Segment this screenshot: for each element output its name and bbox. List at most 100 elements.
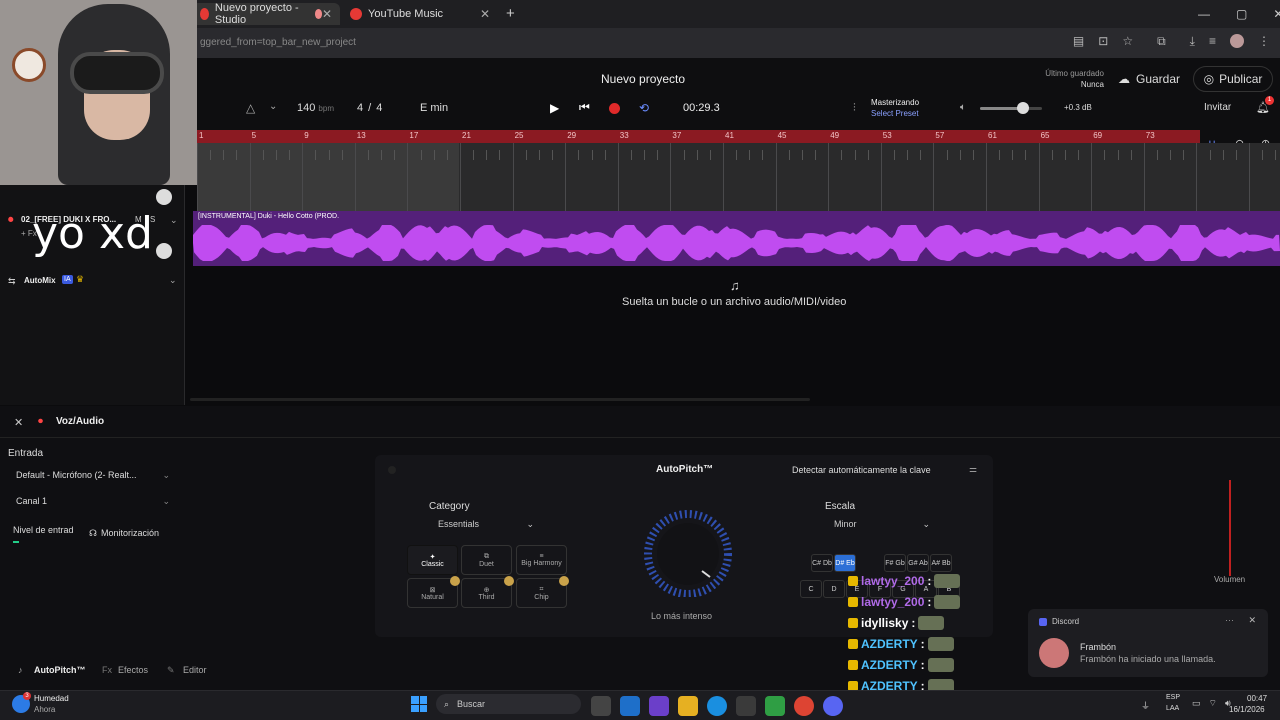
language-primary[interactable]: ESP (1166, 694, 1180, 701)
close-icon[interactable]: ✕ (480, 7, 490, 21)
url-text[interactable]: ggered_from=top_bar_new_project (200, 37, 356, 48)
translate-icon[interactable]: ▤ (1073, 34, 1084, 49)
discord-notification[interactable]: Discord ··· ✕ Frambón Frambón ha iniciad… (1028, 609, 1268, 677)
download-icon[interactable]: ⤓ (1190, 34, 1195, 49)
scale-select[interactable]: Minor ⌄ (834, 519, 930, 530)
new-tab-icon[interactable]: + (506, 5, 515, 22)
chrome-icon[interactable] (794, 696, 814, 716)
microphone-tray-icon[interactable]: ⏚ (1141, 699, 1150, 712)
network-icon[interactable]: ▭ (1192, 698, 1201, 709)
key-asharp[interactable]: A# Bb (930, 554, 952, 572)
extensions-icon[interactable]: ⧉ (1157, 34, 1166, 49)
chevron-down-icon[interactable]: ⌄ (169, 275, 177, 286)
maximize-icon[interactable]: ▢ (1236, 7, 1247, 21)
speaker-icon[interactable]: 🔈︎ (960, 102, 966, 113)
channel-select[interactable]: Canal 1 ⌄ (16, 496, 170, 507)
close-icon[interactable]: ✕ (14, 416, 23, 429)
category-classic[interactable]: ✦ Classic (407, 545, 458, 575)
wifi-icon[interactable]: ⌔ (1209, 698, 1217, 709)
music-note-icon: ♫ (730, 278, 740, 293)
key-csharp[interactable]: C# Db (811, 554, 833, 572)
volume-meter[interactable] (1229, 480, 1231, 576)
outlook-icon[interactable] (620, 696, 640, 716)
grid-line (933, 143, 935, 211)
discord-icon[interactable] (823, 696, 843, 716)
file-explorer-icon[interactable] (678, 696, 698, 716)
install-icon[interactable]: ⊡ (1098, 34, 1108, 49)
track-knob[interactable] (156, 189, 172, 205)
intensity-knob[interactable] (630, 505, 746, 597)
close-window-icon[interactable]: ✕ (1273, 7, 1280, 21)
weather-title[interactable]: Humedad (34, 694, 69, 703)
close-icon[interactable]: ✕ (322, 7, 332, 21)
grid-line (552, 150, 554, 160)
publish-button[interactable]: ◎ Publicar (1193, 66, 1273, 92)
input-device-select[interactable]: Default - Micrófono (2- Realt... ⌄ (16, 470, 170, 481)
metronome-icon[interactable]: △ (246, 101, 255, 115)
profile-avatar-icon[interactable] (1230, 34, 1244, 48)
mastering-icon[interactable]: ⫶ (853, 102, 856, 115)
save-button[interactable]: ☁ Guardar (1118, 72, 1180, 86)
clock-time[interactable]: 00:47 (1247, 694, 1267, 703)
detect-key-button[interactable]: Detectar automáticamente la clave (792, 465, 931, 475)
grid-line (1025, 150, 1027, 160)
time-signature[interactable]: 4 / 4 (357, 102, 382, 114)
menu-dots-icon[interactable]: ⋮ (1258, 34, 1270, 49)
tab-studio[interactable]: Nuevo proyecto - Studio ✕ (192, 2, 340, 26)
close-icon[interactable]: ✕ (1248, 615, 1256, 626)
project-title[interactable]: Nuevo proyecto (601, 72, 685, 86)
tempo-field[interactable]: 140 bpm (297, 102, 334, 114)
grid-line (657, 150, 659, 160)
horizontal-scrollbar[interactable] (190, 398, 810, 401)
chevron-down-icon[interactable]: ⌄ (269, 101, 277, 112)
key-d[interactable]: D (823, 580, 845, 598)
webcam-overlay (0, 0, 197, 185)
windows-start-icon[interactable] (411, 696, 427, 712)
tab-autopitch[interactable]: AutoPitch™ (34, 665, 86, 675)
grid-line (262, 150, 264, 160)
search-placeholder: Buscar (457, 699, 486, 709)
key-selector[interactable]: E min (420, 102, 448, 114)
chat-badge-icon (848, 597, 858, 607)
tab-efectos[interactable]: Efectos (118, 665, 148, 675)
grid-line (893, 150, 895, 160)
category-select[interactable]: Essentials ⌄ (438, 519, 534, 530)
tab-editor[interactable]: Editor (183, 665, 207, 675)
select-preset-link[interactable]: Select Preset (871, 109, 919, 118)
grid-line (420, 150, 422, 160)
key-fsharp[interactable]: F# Gb (884, 554, 906, 572)
power-icon[interactable] (388, 466, 396, 474)
teams-icon[interactable] (649, 696, 669, 716)
automix-label[interactable]: AutoMix (24, 276, 56, 285)
loop-icon[interactable]: ⟲ (639, 101, 649, 115)
grid-line (249, 143, 251, 211)
settings-sliders-icon[interactable]: ⚌ (969, 464, 977, 475)
invite-button[interactable]: Invitar (1204, 102, 1231, 113)
grid-line (880, 143, 882, 211)
edge-icon[interactable] (707, 696, 727, 716)
play-icon[interactable]: ▶ (550, 101, 559, 115)
record-icon[interactable] (609, 103, 620, 114)
key-dsharp[interactable]: D# Eb (834, 554, 856, 572)
search-icon: ⌕ (444, 698, 450, 709)
more-options-icon[interactable]: ··· (1225, 615, 1234, 625)
category-duet[interactable]: ⧉ Duet (461, 545, 512, 575)
store-icon[interactable] (736, 696, 756, 716)
taskbar-search[interactable]: ⌕ Buscar (436, 694, 581, 714)
key-c[interactable]: C (800, 580, 822, 598)
tab-youtube-music[interactable]: YouTube Music ✕ (342, 3, 498, 25)
monitor-toggle[interactable]: ☊ Monitorización (89, 528, 159, 539)
chevron-down-icon[interactable]: ⌄ (170, 215, 178, 226)
key-gsharp[interactable]: G# Ab (907, 554, 929, 572)
chat-message: idyllisky: (848, 616, 945, 630)
task-view-icon[interactable] (591, 696, 611, 716)
category-big-harmony[interactable]: ≡ Big Harmony (516, 545, 567, 575)
xbox-icon[interactable] (765, 696, 785, 716)
skip-back-icon[interactable]: ⏮︎ (579, 100, 590, 115)
master-volume-slider[interactable] (980, 107, 1042, 110)
playlist-icon[interactable]: ≡ (1209, 34, 1216, 49)
pan-knob[interactable] (156, 243, 172, 259)
minimize-icon[interactable]: — (1198, 7, 1210, 21)
bookmark-star-icon[interactable]: ☆ (1122, 34, 1133, 49)
mastering-label[interactable]: Masterizando (871, 98, 919, 107)
